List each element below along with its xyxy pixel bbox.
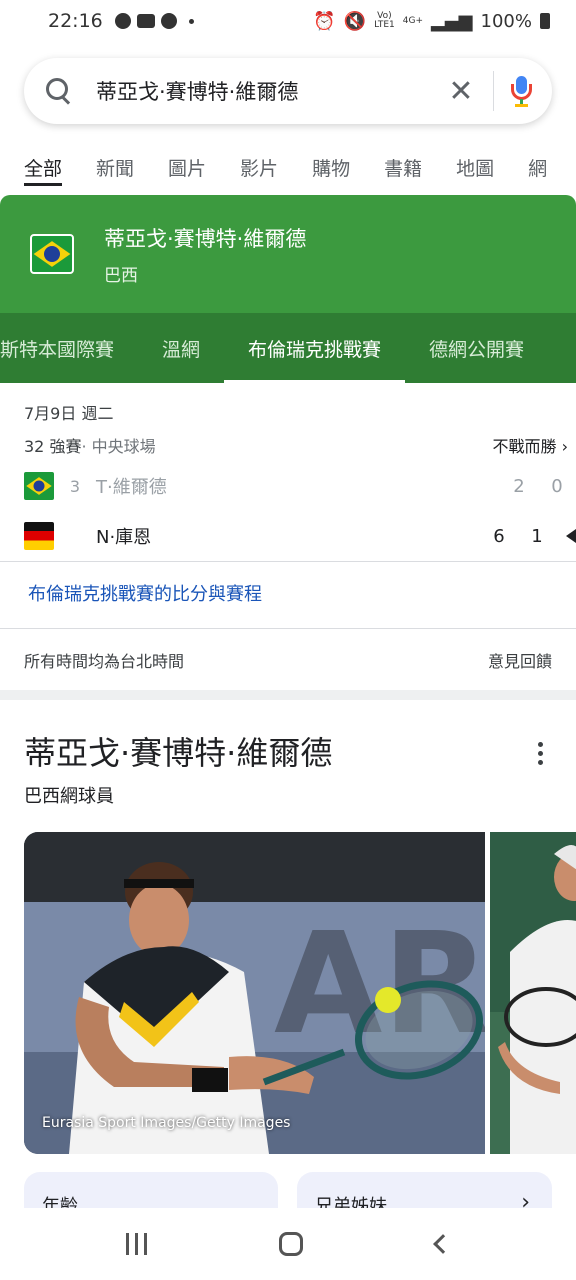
- more-options-icon[interactable]: [538, 742, 544, 769]
- tab-tournament-braunschweig[interactable]: 布倫瑞克挑戰賽: [224, 313, 406, 383]
- scores-schedule-link[interactable]: 布倫瑞克挑戰賽的比分與賽程: [28, 580, 262, 606]
- knowledge-panel-title: 蒂亞戈·賽博特·維爾德: [24, 734, 333, 772]
- tab-news[interactable]: 新聞: [96, 142, 134, 186]
- chrome-icon: [114, 13, 131, 29]
- alarm-icon: ⏰: [313, 10, 336, 32]
- status-notification-icons: [114, 13, 194, 29]
- set-score: 1: [531, 525, 543, 547]
- tab-maps[interactable]: 地圖: [456, 142, 494, 186]
- youtube-icon: [136, 14, 155, 28]
- tab-shopping[interactable]: 購物: [312, 142, 350, 186]
- timezone-note: 所有時間均為台北時間: [24, 652, 185, 671]
- section-separator: [0, 690, 576, 700]
- germany-flag-icon: [24, 522, 54, 550]
- battery-icon: [540, 13, 550, 29]
- data-type-indicator: 4G+: [402, 15, 423, 26]
- microphone-icon[interactable]: [510, 74, 532, 108]
- sports-card-header[interactable]: 蒂亞戈·賽博特·維爾德 巴西: [0, 195, 576, 313]
- match-round: 32 強賽: [24, 437, 82, 456]
- tab-tournament-hamburg[interactable]: 德網公開賽: [405, 313, 548, 383]
- tab-tournament-stuttgart[interactable]: 斯特本國際賽: [0, 313, 138, 383]
- tab-images[interactable]: 圖片: [168, 142, 206, 186]
- search-divider: [493, 71, 494, 111]
- recent-apps-icon[interactable]: [126, 1233, 148, 1255]
- player-photo-secondary[interactable]: [490, 832, 576, 1154]
- status-time: 22:16: [48, 10, 103, 32]
- player-name: N·庫恩: [96, 527, 152, 548]
- home-icon[interactable]: [279, 1232, 304, 1256]
- tab-web[interactable]: 網: [528, 142, 547, 186]
- player-name: T·維爾德: [96, 477, 167, 498]
- volte-indicator: Vo) LTE1: [374, 11, 395, 30]
- player-photo[interactable]: AR: [24, 832, 485, 1154]
- knowledge-panel-subtitle: 巴西網球員: [24, 786, 114, 807]
- player-seed: 3: [69, 476, 81, 496]
- sports-footer: 所有時間均為台北時間 意見回饋: [24, 648, 552, 672]
- match-card[interactable]: 7月9日 週二 32 強賽 · 中央球場 不戰而勝 › 3 T·維爾德 2 0 …: [24, 400, 576, 557]
- tab-books[interactable]: 書籍: [384, 142, 422, 186]
- divider: [0, 561, 576, 562]
- match-player-row: N·庫恩 6 1: [24, 515, 576, 557]
- status-system-icons: ⏰ 🔇 Vo) LTE1 4G+ ▂▄▆ 100%: [313, 11, 550, 32]
- match-court: · 中央球場: [81, 437, 156, 456]
- sports-player-country: 巴西: [104, 265, 138, 286]
- tab-tournament-wimbledon[interactable]: 溫網: [138, 313, 224, 383]
- clock-icon: [160, 13, 177, 29]
- winner-arrow-icon: [566, 529, 576, 543]
- match-player-row: 3 T·維爾德 2 0: [24, 465, 576, 507]
- back-icon[interactable]: [432, 1234, 453, 1254]
- mute-icon: 🔇: [343, 10, 367, 32]
- match-date: 7月9日 週二: [24, 404, 114, 423]
- match-result[interactable]: 不戰而勝 ›: [492, 433, 568, 457]
- system-navigation-bar: [0, 1208, 576, 1280]
- search-icon[interactable]: [44, 76, 74, 106]
- divider: [0, 628, 576, 629]
- tab-all[interactable]: 全部: [24, 142, 63, 186]
- photo-credit: Eurasia Sport Images/Getty Images: [42, 1115, 291, 1131]
- search-bar[interactable]: 蒂亞戈·賽博特·維爾德 ✕: [24, 58, 552, 124]
- chevron-right-icon: ›: [561, 437, 568, 456]
- battery-percent: 100%: [480, 10, 532, 32]
- clear-icon[interactable]: ✕: [441, 74, 481, 109]
- signal-icon: ▂▄▆: [431, 10, 473, 32]
- tab-videos[interactable]: 影片: [240, 142, 278, 186]
- search-tabs: 全部 新聞 圖片 影片 購物 書籍 地圖 網: [24, 142, 576, 192]
- tournament-tabs: 斯特本國際賽 溫網 布倫瑞克挑戰賽 德網公開賽: [0, 313, 576, 383]
- search-input[interactable]: 蒂亞戈·賽博特·維爾德: [96, 76, 441, 106]
- more-notifications-icon: [188, 18, 194, 24]
- brazil-flag-icon: [30, 234, 74, 274]
- set-score: 6: [493, 525, 505, 547]
- brazil-flag-icon: [24, 472, 54, 500]
- set-score: 2: [513, 475, 525, 497]
- set-score: 0: [551, 475, 563, 497]
- feedback-link[interactable]: 意見回饋: [488, 648, 552, 672]
- status-bar: 22:16 ⏰ 🔇 Vo) LTE1 4G+ ▂▄▆ 100%: [0, 0, 576, 42]
- sports-player-name: 蒂亞戈·賽博特·維爾德: [104, 226, 307, 251]
